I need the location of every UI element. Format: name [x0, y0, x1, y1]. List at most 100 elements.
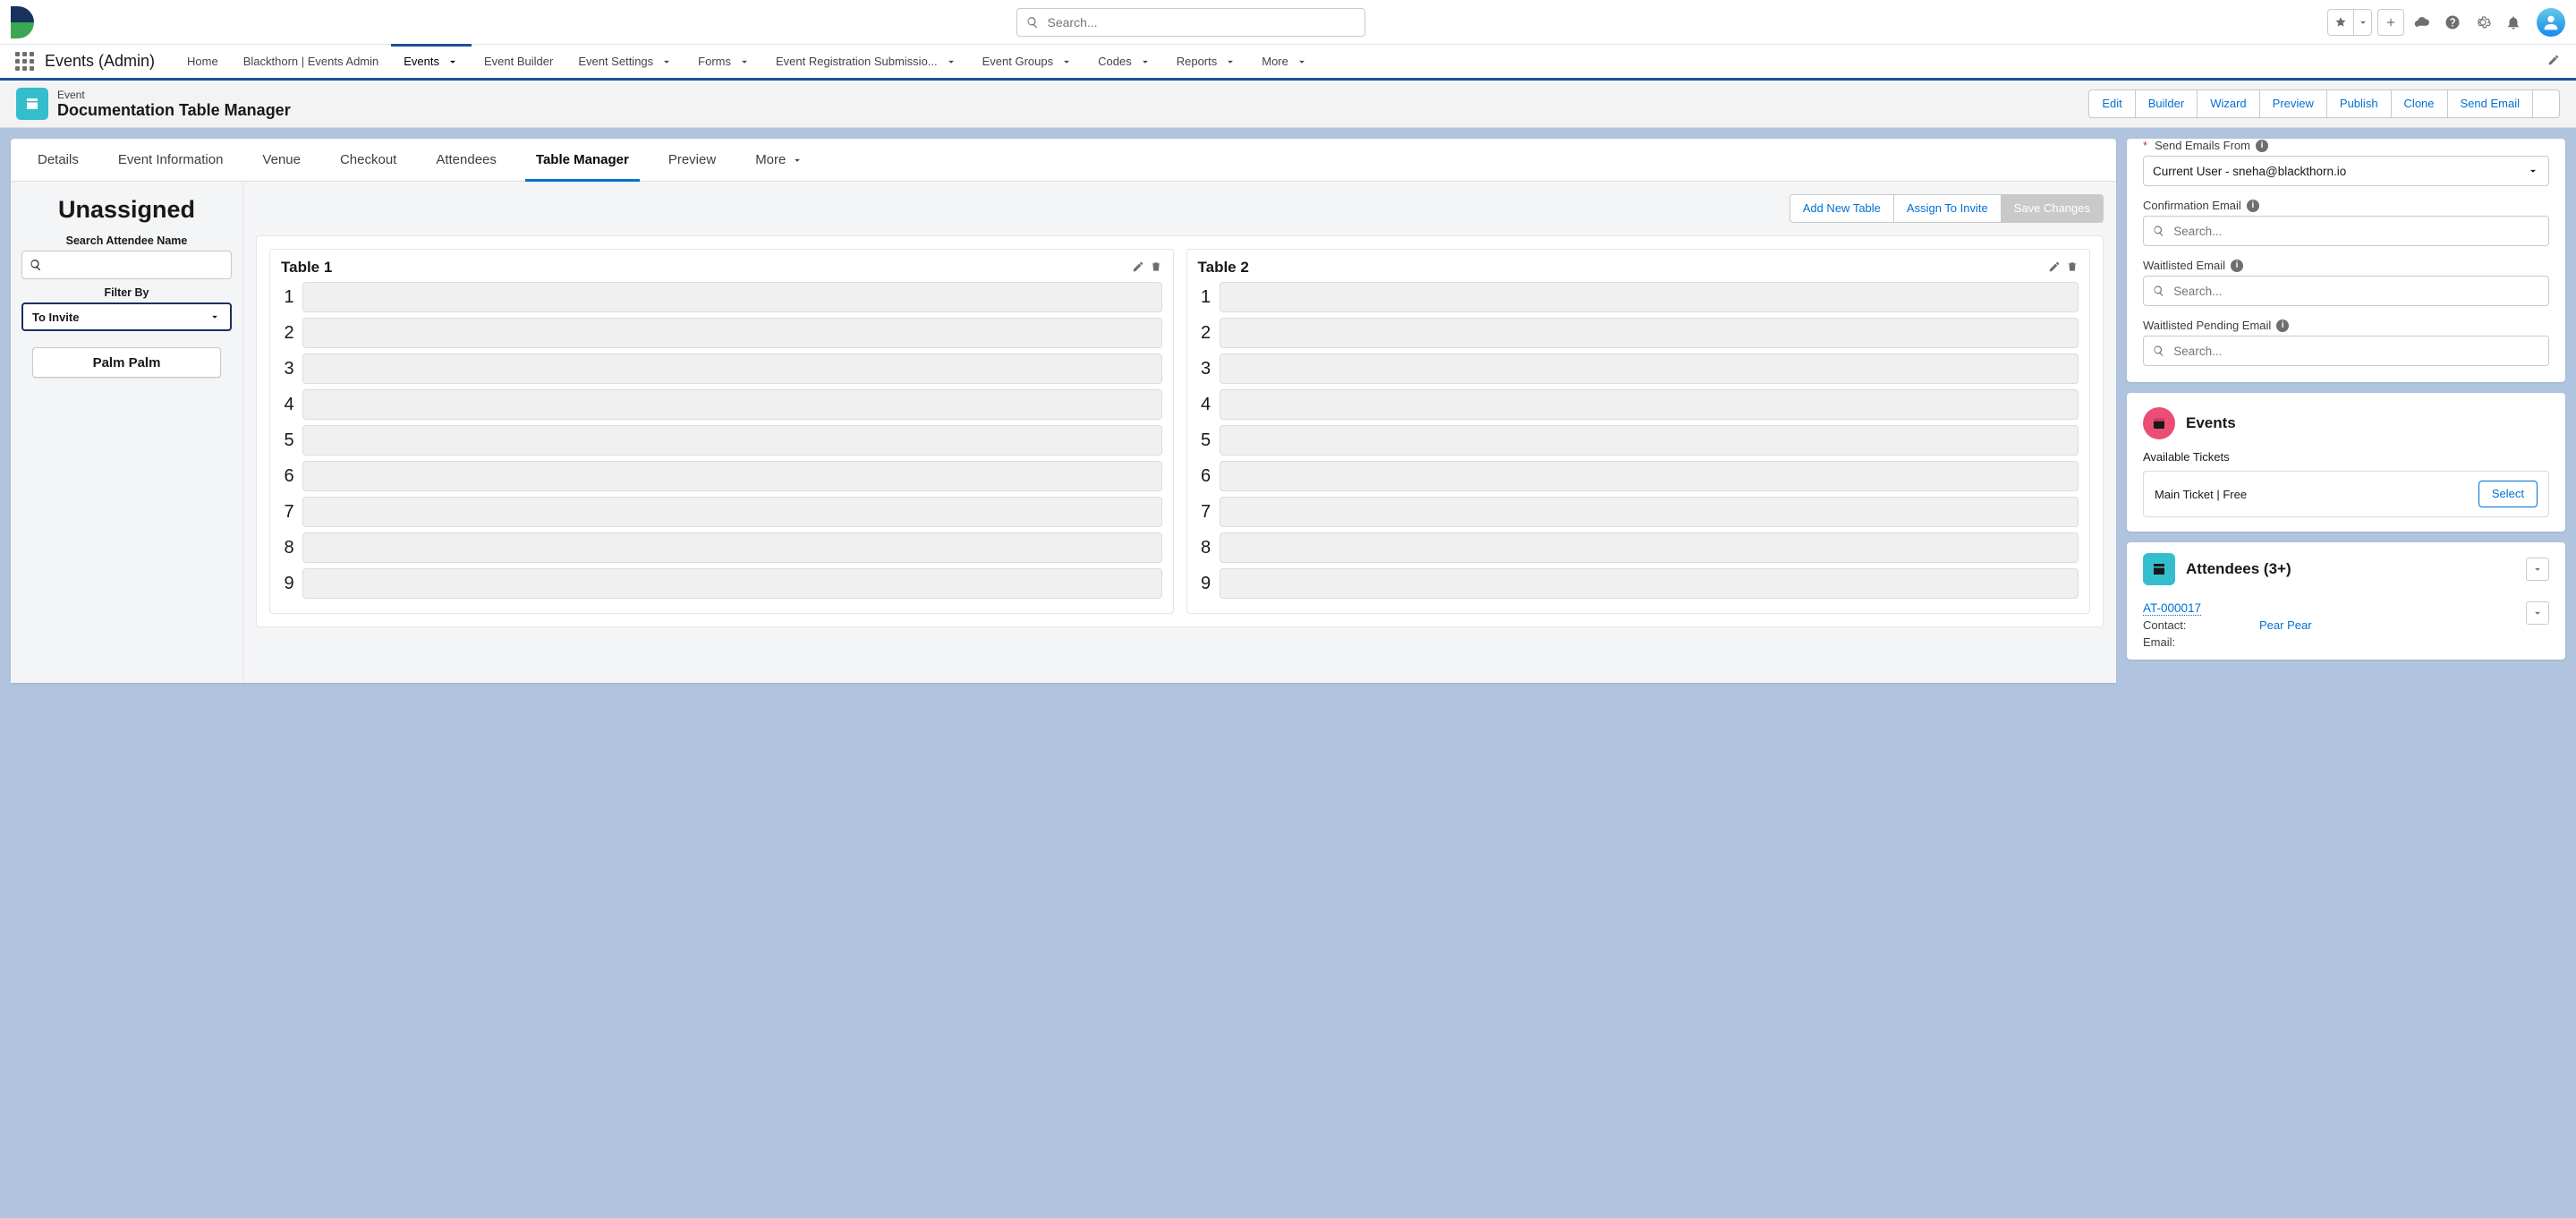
confirmation-email-input[interactable]: [2172, 224, 2539, 239]
global-add-button[interactable]: [2377, 9, 2404, 36]
assign-to-invite-button[interactable]: Assign To Invite: [1894, 194, 2002, 223]
attendees-card-title[interactable]: Attendees (3+): [2186, 560, 2291, 578]
table-seat[interactable]: 6: [1198, 461, 2079, 491]
info-icon[interactable]: i: [2256, 140, 2268, 152]
preview-button[interactable]: Preview: [2260, 89, 2327, 118]
table-seat[interactable]: 6: [281, 461, 1162, 491]
chevron-down-icon[interactable]: [1060, 55, 1073, 68]
seat-slot[interactable]: [1220, 282, 2079, 312]
detail-tab-more[interactable]: More: [735, 139, 823, 181]
clone-button[interactable]: Clone: [2392, 89, 2448, 118]
seat-slot[interactable]: [302, 497, 1162, 527]
attendee-id-link[interactable]: AT-000017: [2143, 601, 2201, 616]
table-seat[interactable]: 1: [1198, 282, 2079, 312]
table-seat[interactable]: 3: [281, 353, 1162, 384]
edit-table-button[interactable]: [2048, 260, 2061, 276]
table-seat[interactable]: 7: [281, 497, 1162, 527]
setup-button[interactable]: [2470, 9, 2495, 36]
table-seat[interactable]: 8: [1198, 532, 2079, 563]
seat-slot[interactable]: [302, 532, 1162, 563]
waitlisted-pending-email-lookup[interactable]: [2143, 336, 2549, 366]
seat-slot[interactable]: [302, 425, 1162, 456]
nav-edit-button[interactable]: [2540, 54, 2567, 69]
waitlisted-email-input[interactable]: [2172, 284, 2539, 299]
edit-button[interactable]: Edit: [2088, 89, 2135, 118]
seat-slot[interactable]: [302, 282, 1162, 312]
table-seat[interactable]: 5: [1198, 425, 2079, 456]
seat-slot[interactable]: [302, 389, 1162, 420]
send-email-button[interactable]: Send Email: [2448, 89, 2533, 118]
nav-tab-event-registration-submissio-[interactable]: Event Registration Submissio...: [763, 44, 970, 80]
global-search[interactable]: [1016, 8, 1365, 37]
seat-slot[interactable]: [302, 461, 1162, 491]
seat-slot[interactable]: [302, 318, 1162, 348]
add-new-table-button[interactable]: Add New Table: [1790, 194, 1894, 223]
delete-table-button[interactable]: [2066, 260, 2079, 276]
detail-tab-table-manager[interactable]: Table Manager: [516, 139, 649, 181]
table-seat[interactable]: 2: [1198, 318, 2079, 348]
table-seat[interactable]: 9: [281, 568, 1162, 599]
filter-by-select[interactable]: To Invite: [21, 302, 232, 331]
table-seat[interactable]: 3: [1198, 353, 2079, 384]
wizard-button[interactable]: Wizard: [2198, 89, 2259, 118]
detail-tab-preview[interactable]: Preview: [649, 139, 735, 181]
info-icon[interactable]: i: [2276, 319, 2289, 332]
table-seat[interactable]: 8: [281, 532, 1162, 563]
nav-tab-events[interactable]: Events: [391, 44, 472, 80]
favorites-dropdown[interactable]: [2354, 9, 2372, 36]
notifications-button[interactable]: [2501, 9, 2526, 36]
seat-slot[interactable]: [1220, 461, 2079, 491]
nav-tab-forms[interactable]: Forms: [685, 44, 763, 80]
detail-tab-attendees[interactable]: Attendees: [416, 139, 516, 181]
table-seat[interactable]: 9: [1198, 568, 2079, 599]
global-search-input[interactable]: [1046, 14, 1356, 30]
edit-table-button[interactable]: [1132, 260, 1144, 276]
help-button[interactable]: [2440, 9, 2465, 36]
seat-slot[interactable]: [1220, 497, 2079, 527]
seat-slot[interactable]: [1220, 353, 2079, 384]
delete-table-button[interactable]: [1150, 260, 1162, 276]
record-actions-more[interactable]: [2533, 89, 2560, 118]
chevron-down-icon[interactable]: [738, 55, 751, 68]
table-seat[interactable]: 4: [281, 389, 1162, 420]
salesforce-cloud-button[interactable]: [2410, 9, 2435, 36]
send-from-select[interactable]: Current User - sneha@blackthorn.io: [2143, 156, 2549, 186]
info-icon[interactable]: i: [2231, 260, 2243, 272]
chevron-down-icon[interactable]: [1296, 55, 1308, 68]
table-seat[interactable]: 2: [281, 318, 1162, 348]
nav-tab-event-builder[interactable]: Event Builder: [472, 44, 565, 80]
table-seat[interactable]: 5: [281, 425, 1162, 456]
chevron-down-icon[interactable]: [945, 55, 957, 68]
nav-tab-event-settings[interactable]: Event Settings: [565, 44, 685, 80]
unassigned-attendee[interactable]: Palm Palm: [32, 347, 222, 378]
nav-tab-home[interactable]: Home: [174, 44, 231, 80]
waitlisted-pending-email-input[interactable]: [2172, 344, 2539, 359]
seat-slot[interactable]: [1220, 318, 2079, 348]
seat-slot[interactable]: [1220, 389, 2079, 420]
attendee-record-menu[interactable]: [2526, 601, 2549, 625]
seat-slot[interactable]: [1220, 568, 2079, 599]
table-seat[interactable]: 7: [1198, 497, 2079, 527]
publish-button[interactable]: Publish: [2327, 89, 2392, 118]
favorites-button[interactable]: [2327, 9, 2354, 36]
chevron-down-icon[interactable]: [1224, 55, 1237, 68]
confirmation-email-lookup[interactable]: [2143, 216, 2549, 246]
nav-tab-more[interactable]: More: [1249, 44, 1321, 80]
seat-slot[interactable]: [302, 568, 1162, 599]
attendees-card-menu[interactable]: [2526, 558, 2549, 581]
search-attendee-input[interactable]: [21, 251, 232, 279]
table-seat[interactable]: 1: [281, 282, 1162, 312]
chevron-down-icon[interactable]: [446, 55, 459, 68]
app-launcher[interactable]: [9, 47, 39, 77]
nav-tab-blackthorn-events-admin[interactable]: Blackthorn | Events Admin: [231, 44, 392, 80]
nav-tab-event-groups[interactable]: Event Groups: [970, 44, 1086, 80]
nav-tab-codes[interactable]: Codes: [1085, 44, 1164, 80]
builder-button[interactable]: Builder: [2136, 89, 2198, 118]
waitlisted-email-lookup[interactable]: [2143, 276, 2549, 306]
table-seat[interactable]: 4: [1198, 389, 2079, 420]
seat-slot[interactable]: [1220, 532, 2079, 563]
user-avatar[interactable]: [2537, 8, 2565, 37]
attendee-contact[interactable]: Pear Pear: [2259, 618, 2312, 632]
nav-tab-reports[interactable]: Reports: [1164, 44, 1250, 80]
detail-tab-venue[interactable]: Venue: [242, 139, 320, 181]
